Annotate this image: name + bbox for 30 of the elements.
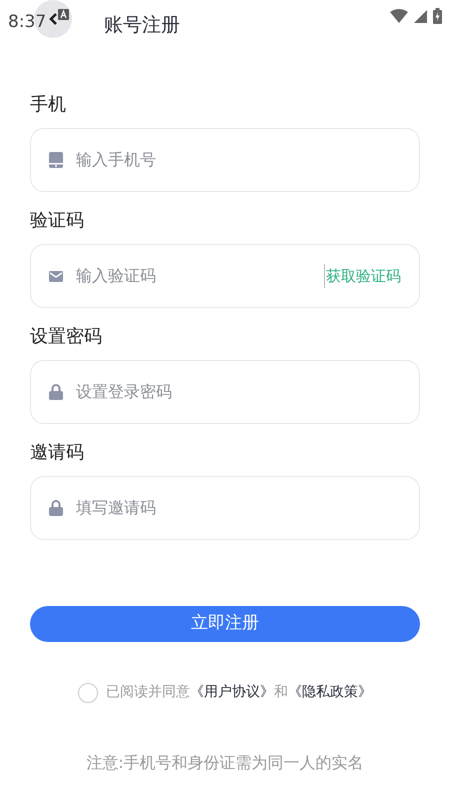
signal-icon	[414, 10, 427, 22]
text-input[interactable]: 输入手机号	[76, 148, 401, 172]
phone-icon	[49, 152, 63, 168]
status-time: 8:37	[8, 11, 46, 34]
back-icon	[48, 12, 58, 26]
agreement-text: 已阅读并同意《用户协议》和《隐私政策》	[106, 683, 372, 702]
field-label: 设置密码	[30, 325, 103, 349]
note-text: 注意:手机号和身份证需为同一人的实名	[85, 752, 365, 774]
user-agreement-link[interactable]: 《用户协议》	[190, 684, 274, 700]
text-input[interactable]: 输入验证码	[76, 264, 311, 288]
envelope-icon	[49, 270, 63, 282]
privacy-policy-link[interactable]: 《隐私政策》	[288, 684, 372, 700]
register-button[interactable]: 立即注册	[30, 606, 420, 642]
agree-radio[interactable]	[78, 682, 98, 702]
battery-icon	[433, 8, 442, 24]
field-label: 手机	[30, 93, 67, 117]
text-input[interactable]: 填写邀请码	[76, 496, 401, 520]
input-field[interactable]: 输入手机号	[30, 128, 420, 192]
lock-icon	[49, 384, 63, 400]
field-label: 验证码	[30, 209, 85, 233]
text-input[interactable]: 设置登录密码	[76, 380, 401, 404]
get-code-link[interactable]: 获取验证码	[326, 264, 401, 288]
input-field[interactable]: 填写邀请码	[30, 476, 420, 540]
input-field[interactable]: 输入验证码 获取验证码	[30, 244, 420, 308]
wifi-icon	[390, 9, 408, 23]
input-field[interactable]: 设置登录密码	[30, 360, 420, 424]
lock-icon	[49, 500, 63, 516]
notification-icon	[58, 9, 69, 20]
field-label: 邀请码	[30, 441, 85, 465]
page-title: 账号注册	[104, 12, 180, 38]
